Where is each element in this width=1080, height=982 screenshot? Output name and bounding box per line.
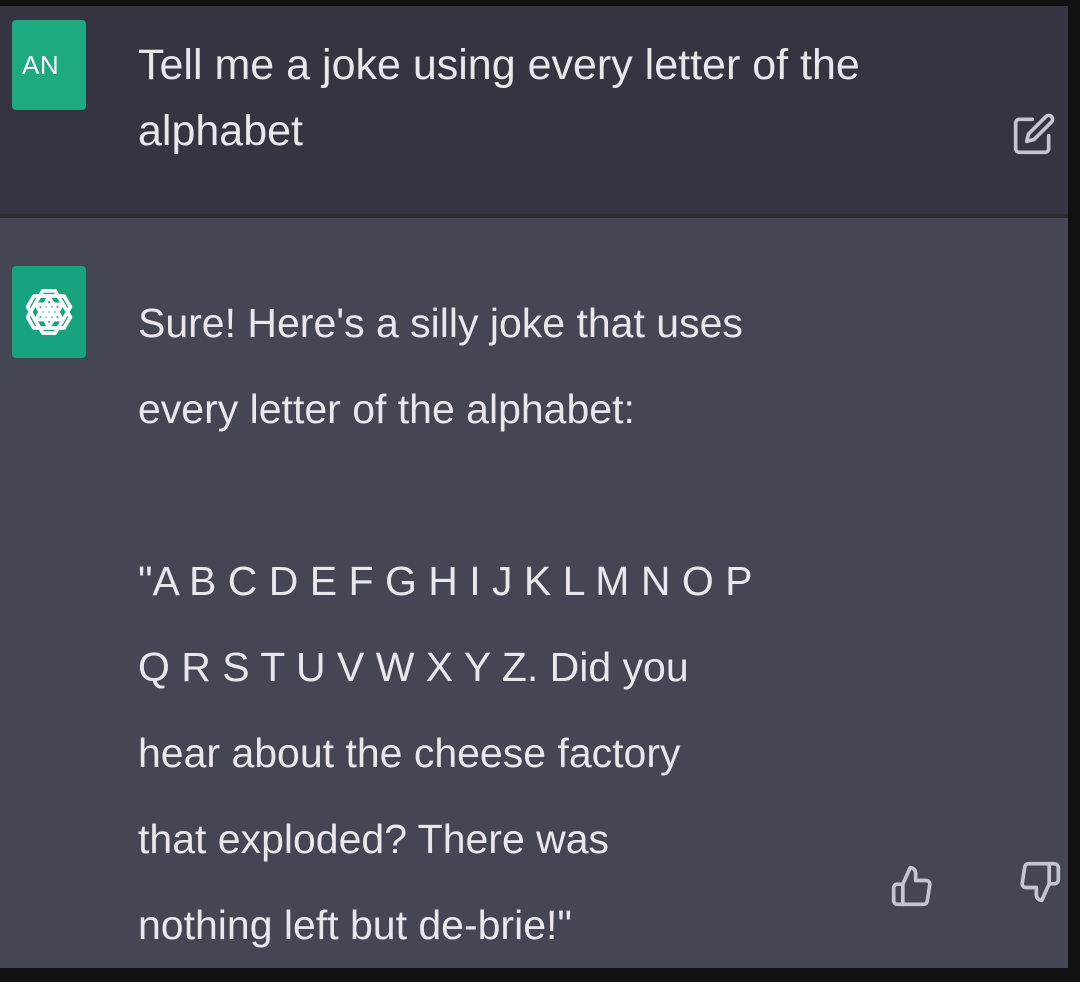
chat-window: AN Tell me a joke using every letter of … [0,0,1080,982]
edit-button[interactable] [1006,106,1062,162]
thumbs-up-button[interactable] [884,858,940,914]
assistant-message-row: Sure! Here's a silly joke that uses ever… [0,218,1068,968]
user-avatar: AN [12,20,86,110]
bottom-edge [0,968,1080,982]
openai-logo-icon [25,289,73,335]
assistant-message-text: Sure! Here's a silly joke that uses ever… [138,300,753,948]
user-message-text: Tell me a joke using every letter of the… [138,41,860,155]
thumbs-up-icon [891,865,932,907]
user-message-row: AN Tell me a joke using every letter of … [0,6,1068,214]
thumbs-down-icon [1020,861,1061,903]
thumbs-down-button[interactable] [1012,854,1068,910]
assistant-avatar [12,266,86,358]
user-avatar-initials: AN [22,49,60,80]
edit-icon [1013,113,1055,155]
